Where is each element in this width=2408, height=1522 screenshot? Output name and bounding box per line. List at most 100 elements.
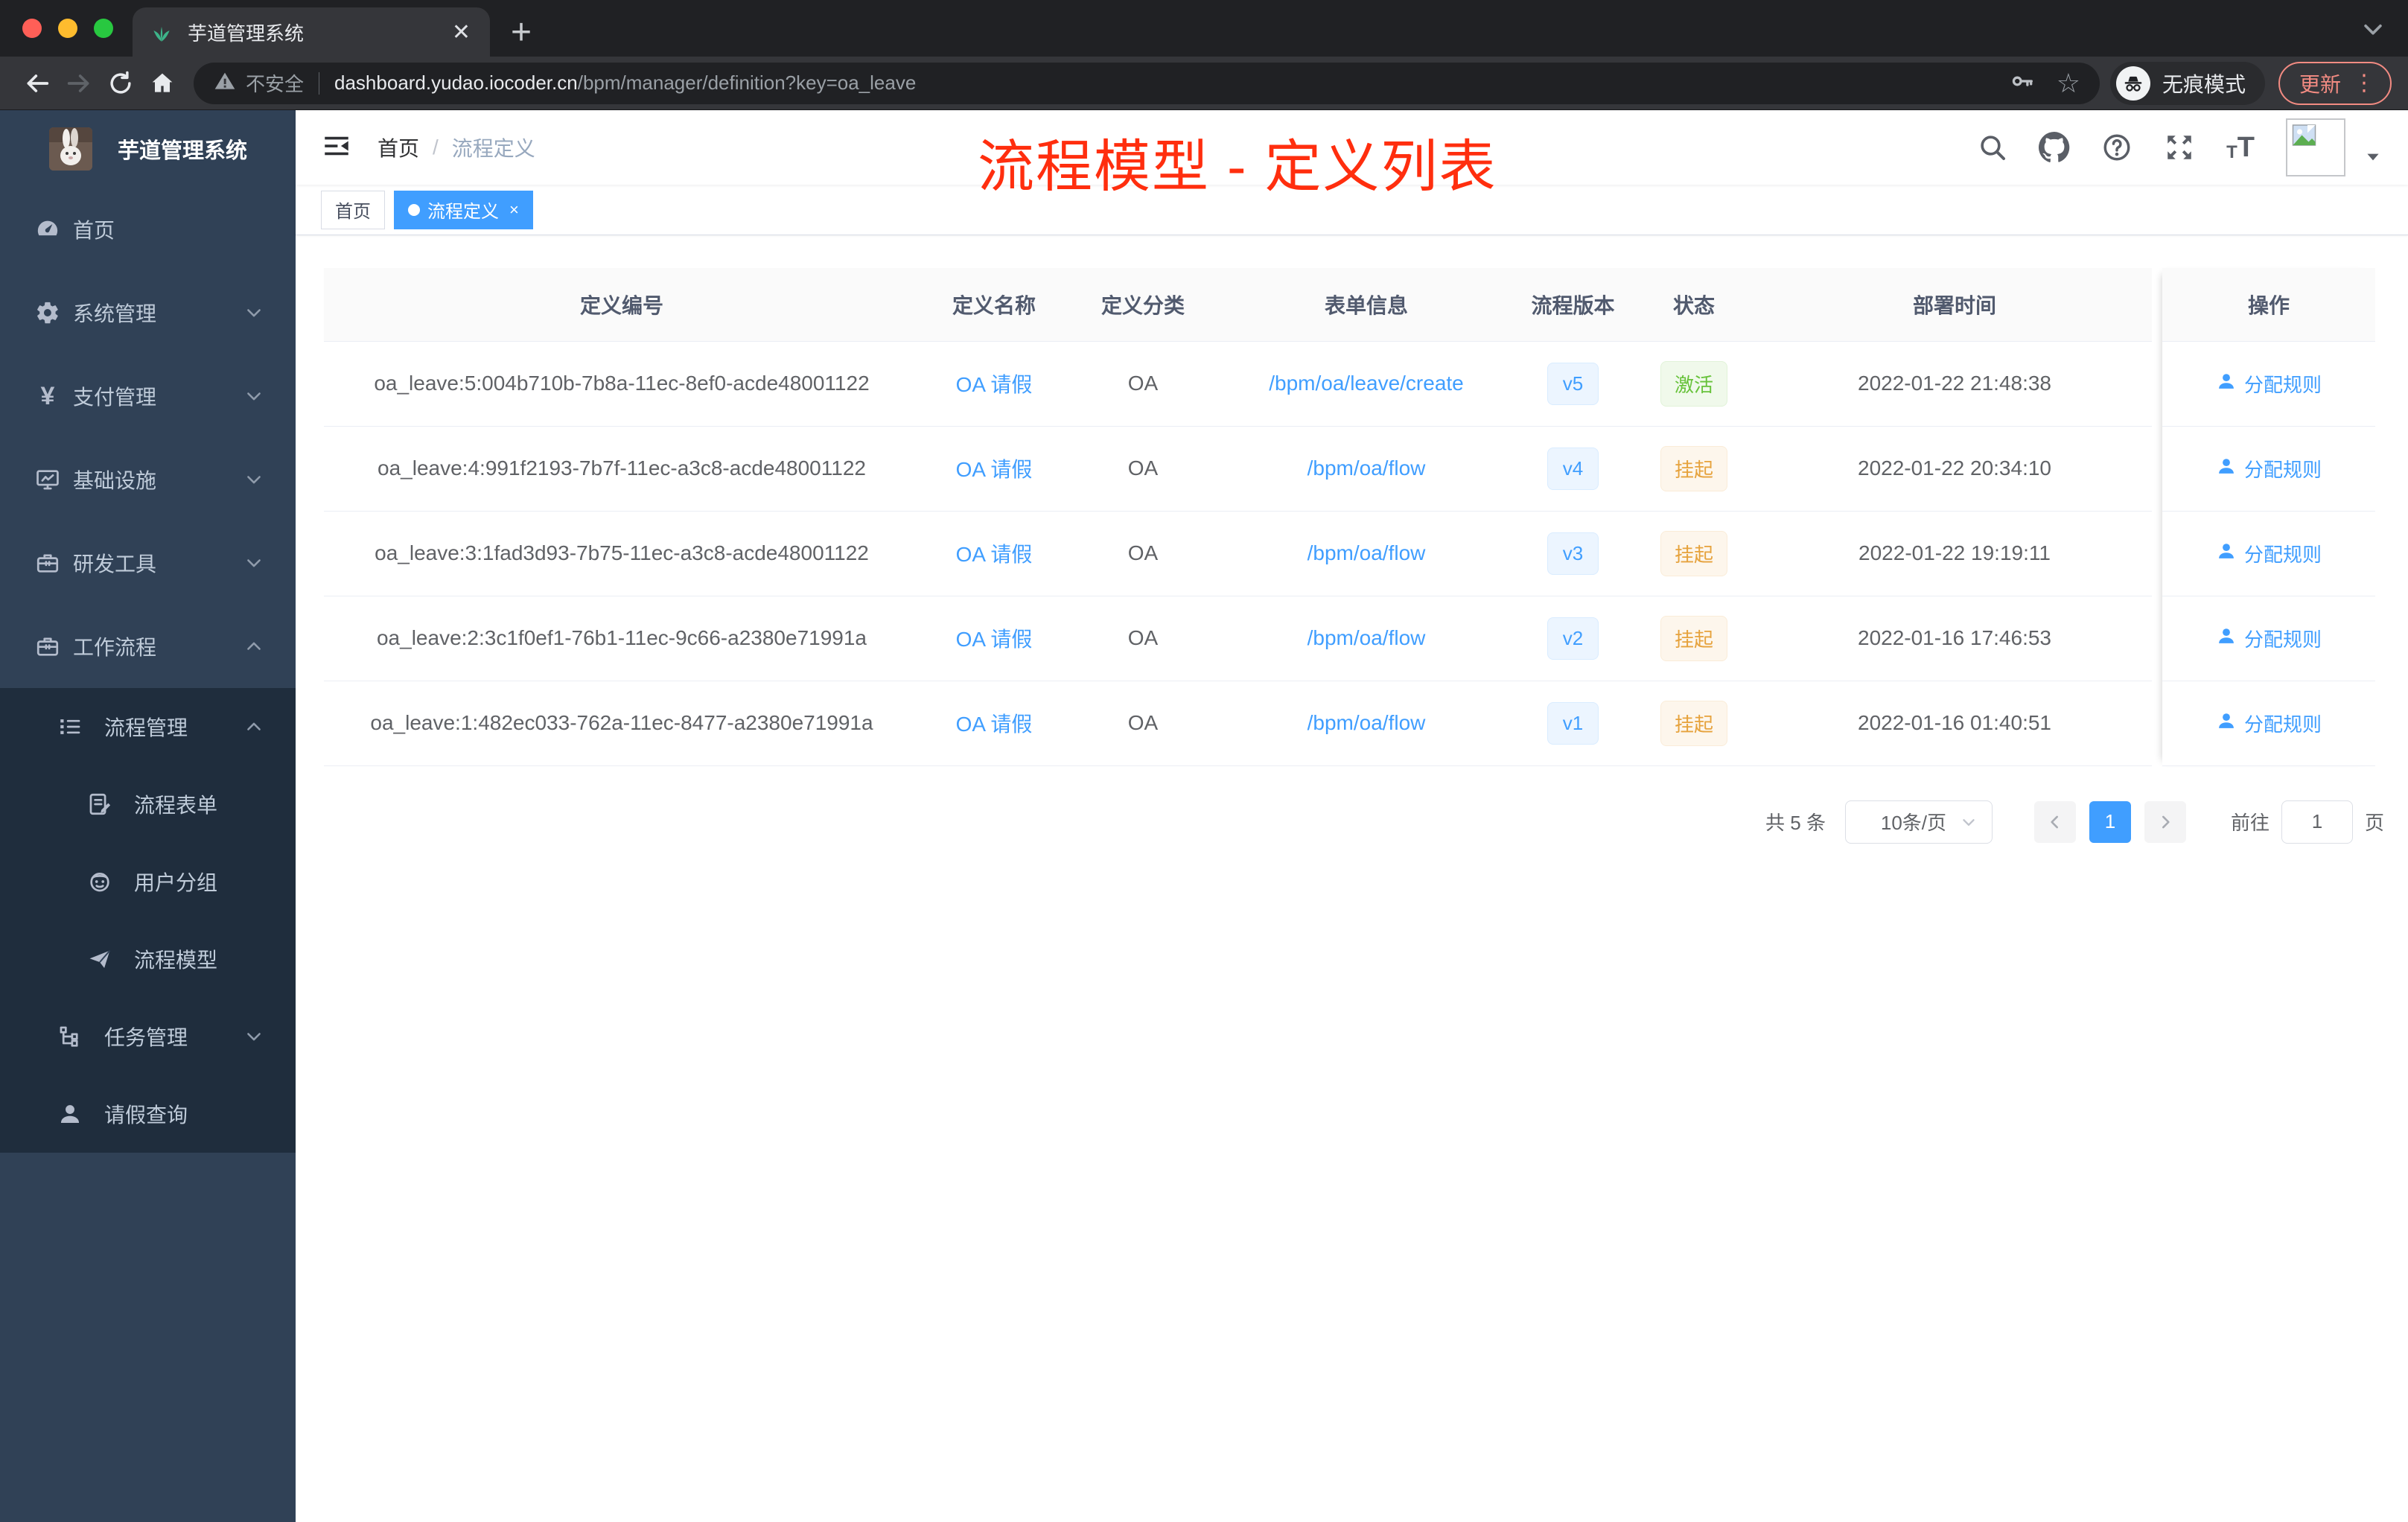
security-warning-icon[interactable] (213, 69, 237, 97)
sidebar-collapse-hamburger-icon[interactable] (321, 130, 352, 165)
assign-rule-link[interactable]: 分配规则 (2216, 455, 2322, 483)
fullscreen-icon[interactable] (2164, 132, 2195, 163)
home-icon[interactable] (141, 63, 183, 104)
send-icon (86, 946, 113, 972)
assign-rule-link[interactable]: 分配规则 (2216, 625, 2322, 652)
assign-rule-label: 分配规则 (2243, 713, 2322, 736)
new-tab-button[interactable]: + (511, 15, 532, 51)
active-tag-dot (408, 203, 420, 216)
definition-name-link[interactable]: OA 请假 (956, 628, 1033, 651)
status-badge: 挂起 (1660, 700, 1727, 746)
cell-definition-category: OA (1068, 596, 1217, 681)
pagination-page-suffix: 页 (2364, 812, 2384, 834)
browser-tab[interactable]: 芋道管理系统 ✕ (133, 7, 490, 57)
sidebar-logo-row[interactable]: 芋道管理系统 (0, 110, 296, 188)
definition-name-link[interactable]: OA 请假 (956, 373, 1033, 396)
url-host: dashboard.yudao.iocoder.cn (334, 71, 578, 94)
select-chevron-down-icon (1963, 818, 1975, 826)
sidebar-item-label: 首页 (73, 219, 115, 242)
back-icon[interactable] (16, 63, 58, 104)
sidebar-item-leave-query[interactable]: 请假查询 (0, 1075, 296, 1153)
sidebar-item-label: 任务管理 (104, 1026, 188, 1049)
table-column-header: 部署时间 (1757, 268, 2152, 342)
table-column-header: 状态 (1631, 268, 1757, 342)
table-row-actions: 分配规则 (2162, 341, 2375, 427)
assign-user-icon (2216, 710, 2237, 736)
sidebar-menu: 首页系统管理 ¥ 支付管理基础设施研发工具 工作流程流程管理流程表单 用户分组 流程模型任… (0, 188, 296, 1153)
form-info-link[interactable]: /bpm/oa/flow (1307, 626, 1426, 649)
sidebar-item-task-mgmt[interactable]: 任务管理 (0, 998, 296, 1075)
url-bar[interactable]: 不安全 dashboard.yudao.iocoder.cn /bpm/mana… (194, 62, 2100, 104)
form-info-link[interactable]: /bpm/oa/leave/create (1269, 372, 1464, 395)
sidebar-item-process-form[interactable]: 流程表单 (0, 765, 296, 843)
key-icon[interactable] (2009, 68, 2036, 98)
tag-close-icon[interactable]: × (509, 200, 519, 220)
process-version-badge: v1 (1547, 701, 1599, 745)
sidebar: 芋道管理系统 首页系统管理 ¥ 支付管理基础设施研发工具 工作流程流程管理流程表单 用户… (0, 110, 296, 1522)
tags-view-tag-1[interactable]: 流程定义 × (394, 190, 533, 229)
definition-name-link[interactable]: OA 请假 (956, 458, 1033, 481)
breadcrumb-home[interactable]: 首页 (378, 133, 419, 162)
pagination-page-1[interactable]: 1 (2089, 800, 2131, 843)
robot-icon (86, 868, 113, 895)
window-zoom-button[interactable] (94, 19, 113, 38)
sidebar-item-process-model[interactable]: 流程模型 (0, 920, 296, 998)
form-info-link[interactable]: /bpm/oa/flow (1307, 711, 1426, 734)
chevron-down-icon (243, 386, 264, 407)
search-icon[interactable] (1978, 133, 2007, 162)
page-content: 定义编号 定义名称 定义分类 表单信息 流程版本 状态 部署时间 oa_leave:5:00… (296, 235, 2408, 1522)
avatar[interactable] (2286, 118, 2345, 176)
sidebar-item-label: 支付管理 (73, 386, 157, 409)
cell-definition-category: OA (1068, 511, 1217, 596)
incognito-label: 无痕模式 (2162, 72, 2246, 96)
github-icon[interactable] (2039, 132, 2070, 163)
sidebar-item-label: 基础设施 (73, 469, 157, 492)
sidebar-item-process-mgmt[interactable]: 流程管理 (0, 688, 296, 765)
cell-definition-category: OA (1068, 681, 1217, 766)
bookmark-star-icon[interactable]: ☆ (2057, 68, 2080, 99)
reload-icon[interactable] (100, 63, 141, 104)
font-size-icon[interactable]: TT (2226, 133, 2255, 162)
definition-name-link[interactable]: OA 请假 (956, 713, 1033, 736)
assign-rule-link[interactable]: 分配规则 (2216, 540, 2322, 567)
table-row: oa_leave:4:991f2193-7b7f-11ec-a3c8-acde4… (324, 426, 2152, 512)
dashboard-icon (34, 216, 61, 243)
cell-deploy-time: 2022-01-22 21:48:38 (1757, 341, 2152, 427)
assign-rule-link[interactable]: 分配规则 (2216, 370, 2322, 398)
form-info-link[interactable]: /bpm/oa/flow (1307, 541, 1426, 564)
form-icon (86, 791, 113, 818)
window-close-button[interactable] (22, 19, 42, 38)
update-button[interactable]: 更新 ⋮ (2278, 61, 2392, 105)
tags-view-tag-0[interactable]: 首页 (321, 190, 385, 229)
definition-name-link[interactable]: OA 请假 (956, 543, 1033, 566)
window-chevron-down-icon[interactable] (2360, 16, 2386, 45)
sidebar-item-infra[interactable]: 基础设施 (0, 438, 296, 521)
sidebar-item-user-group[interactable]: 用户分组 (0, 843, 296, 920)
sidebar-item-label: 流程管理 (104, 716, 188, 739)
assign-rule-link[interactable]: 分配规则 (2216, 710, 2322, 737)
forward-icon[interactable] (58, 63, 100, 104)
definition-table-main: 定义编号 定义名称 定义分类 表单信息 流程版本 状态 部署时间 oa_leave:5:00… (324, 268, 2152, 766)
cell-definition-category: OA (1068, 341, 1217, 427)
table-row: oa_leave:2:3c1f0ef1-76b1-11ec-9c66-a2380… (324, 596, 2152, 681)
pagination-next-button[interactable] (2144, 800, 2186, 843)
help-icon[interactable] (2101, 132, 2133, 163)
window-minimize-button[interactable] (58, 19, 77, 38)
process-version-badge: v5 (1547, 362, 1599, 405)
form-info-link[interactable]: /bpm/oa/flow (1307, 456, 1426, 480)
pagination-prev-button[interactable] (2033, 800, 2076, 843)
sidebar-item-home[interactable]: 首页 (0, 188, 296, 271)
sidebar-item-workflow[interactable]: 工作流程 (0, 605, 296, 688)
pagination-goto-input[interactable] (2281, 800, 2353, 844)
table-column-header: 定义名称 (920, 268, 1068, 342)
avatar-caret-down-icon[interactable] (2363, 147, 2383, 167)
sidebar-item-devtools[interactable]: 研发工具 (0, 521, 296, 605)
page-size-select[interactable]: 10条/页 (1844, 800, 1993, 844)
annotation-title: 流程模型 - 定义列表 (978, 136, 1497, 199)
sidebar-item-system[interactable]: 系统管理 (0, 271, 296, 354)
table-column-header: 定义编号 (324, 268, 920, 342)
user-icon (57, 1101, 83, 1127)
browser-menu-dots-icon[interactable]: ⋮ (2353, 70, 2381, 96)
tab-close-icon[interactable]: ✕ (449, 19, 474, 45)
sidebar-item-payment[interactable]: ¥ 支付管理 (0, 354, 296, 438)
